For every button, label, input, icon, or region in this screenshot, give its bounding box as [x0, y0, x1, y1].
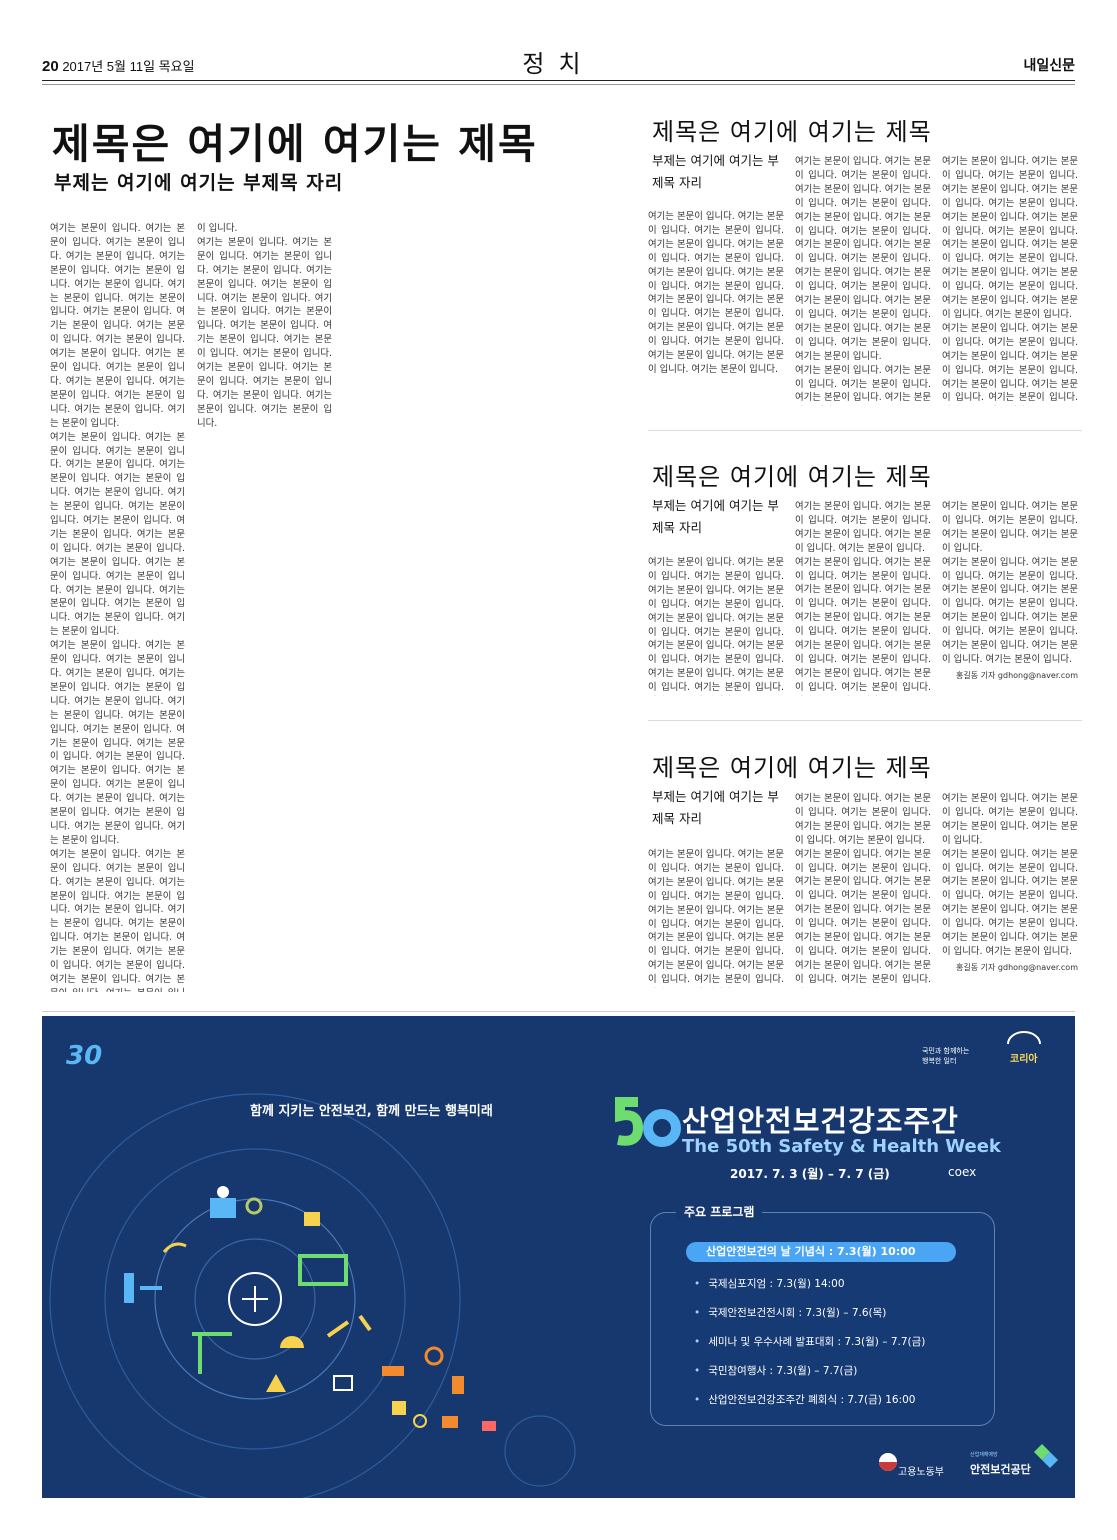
ad-title: 산업안전보건강조주간 — [682, 1104, 959, 1138]
cart-icon — [333, 1375, 353, 1391]
side-article-2-column-2: 여기는 본문이 입니다. 여기는 본문이 입니다. 여기는 본문이 입니다. 여… — [795, 501, 931, 696]
side-article-2-column-3: 여기는 본문이 입니다. 여기는 본문이 입니다. 여기는 본문이 입니다. 여… — [942, 501, 1078, 665]
program-item: 산업안전보건강조주간 폐회식 : 7.7(금) 16:00 — [694, 1392, 915, 1407]
person-table-icon — [124, 1273, 162, 1303]
ad-partner-slogan: 국민과 함께하는 행복한 일터 — [922, 1046, 969, 1066]
program-highlight: 산업안전보건의 날 기념식 : 7.3(월) 10:00 — [686, 1242, 956, 1262]
side-article-3-column-2: 여기는 본문이 입니다. 여기는 본문이 입니다. 여기는 본문이 입니다. 여… — [795, 793, 931, 988]
side-article-2-column-1: 여기는 본문이 입니다. 여기는 본문이 입니다. 여기는 본문이 입니다. 여… — [648, 557, 784, 694]
center-plus-icon — [228, 1272, 282, 1326]
partner-brand: 코리아 — [1010, 1054, 1038, 1065]
paper-name: 내일신문 — [1023, 58, 1075, 74]
side-article-1-column-1: 여기는 본문이 입니다. 여기는 본문이 입니다. 여기는 본문이 입니다. 여… — [648, 211, 784, 375]
side-article-3-subtitle: 부제는 여기에 여기는 부제목 자리 — [652, 789, 779, 826]
program-heading: 주요 프로그램 — [676, 1203, 763, 1220]
ad-title-english: The 50th Safety & Health Week — [682, 1136, 1001, 1157]
side-article-3-column-1: 여기는 본문이 입니다. 여기는 본문이 입니다. 여기는 본문이 입니다. 여… — [648, 849, 784, 986]
program-item: 국민참여행사 : 7.3(월) – 7.7(금) — [694, 1363, 857, 1378]
worker-icon — [210, 1186, 236, 1218]
ministry-name: 고용노동부 — [898, 1467, 944, 1478]
ad-venue: coex — [948, 1165, 977, 1179]
side-article-2-title: 제목은 여기에 여기는 제목 — [652, 463, 932, 491]
truck-icon — [304, 1212, 320, 1226]
side-article-3-byline: 홍길동 기자 gdhong@naver.com — [956, 963, 1078, 972]
partner-logo — [1007, 1031, 1041, 1045]
main-article-column-2: 이 입니다. 여기는 본문이 입니다. 여기는 본문이 입니다. 여기는 본문이… — [197, 223, 332, 429]
side-article-3-column-3: 여기는 본문이 입니다. 여기는 본문이 입니다. 여기는 본문이 입니다. 여… — [942, 793, 1078, 957]
agency-tagline: 산업재해예방 — [970, 1452, 998, 1458]
program-item: 국제안전보건전시회 : 7.3(월) – 7.6(목) — [694, 1305, 886, 1320]
side-article-1-column-2: 여기는 본문이 입니다. 여기는 본문이 입니다. 여기는 본문이 입니다. 여… — [795, 156, 931, 404]
gear-icon — [245, 1197, 263, 1215]
main-article-title: 제목은 여기에 여기는 제목 — [52, 120, 538, 168]
article-separator — [648, 430, 1082, 431]
partner-line-2: 행복한 일터 — [922, 1057, 957, 1065]
side-article-1-subtitle: 부제는 여기에 여기는 부제목 자리 — [652, 153, 779, 190]
anniversary-badge: 30 — [66, 1041, 103, 1071]
program-item: 세미나 및 우수사례 발표대회 : 7.3(월) – 7.7(금) — [694, 1334, 925, 1349]
fifty-logo — [615, 1097, 681, 1147]
main-article-column-1: 여기는 본문이 입니다. 여기는 본문이 입니다. 여기는 본문이 입니다. 여… — [50, 223, 185, 992]
side-article-1-title: 제목은 여기에 여기는 제목 — [652, 118, 932, 146]
agency-name: 안전보건공단 — [970, 1463, 1031, 1476]
section-name: 정치 — [522, 50, 595, 78]
gov-emblem-icon — [879, 1453, 897, 1471]
ad-top-rule — [42, 1011, 1075, 1012]
partner-line-1: 국민과 함께하는 — [922, 1047, 970, 1055]
masthead-rule — [42, 80, 1075, 81]
side-article-3-title: 제목은 여기에 여기는 제목 — [652, 754, 932, 782]
article-separator — [648, 720, 1082, 721]
program-item: 국제심포지엄 : 7.3(월) 14:00 — [694, 1276, 844, 1291]
small-ring — [504, 1415, 576, 1487]
warning-icon — [266, 1374, 286, 1392]
ad-slogan: 함께 지키는 안전보건, 함께 만드는 행복미래 — [250, 1104, 493, 1119]
side-article-1-column-3: 여기는 본문이 입니다. 여기는 본문이 입니다. 여기는 본문이 입니다. 여… — [942, 156, 1078, 404]
kosha-logo-icon — [1034, 1444, 1058, 1468]
ad-event-dates: 2017. 7. 3 (월) – 7. 7 (금) — [730, 1167, 890, 1181]
side-article-2-byline: 홍길동 기자 gdhong@naver.com — [956, 671, 1078, 680]
main-article-subtitle: 부제는 여기에 여기는 부제목 자리 — [54, 172, 344, 194]
masthead-rule-thin — [42, 84, 1075, 85]
side-article-2-subtitle: 부제는 여기에 여기는 부제목 자리 — [652, 498, 779, 535]
